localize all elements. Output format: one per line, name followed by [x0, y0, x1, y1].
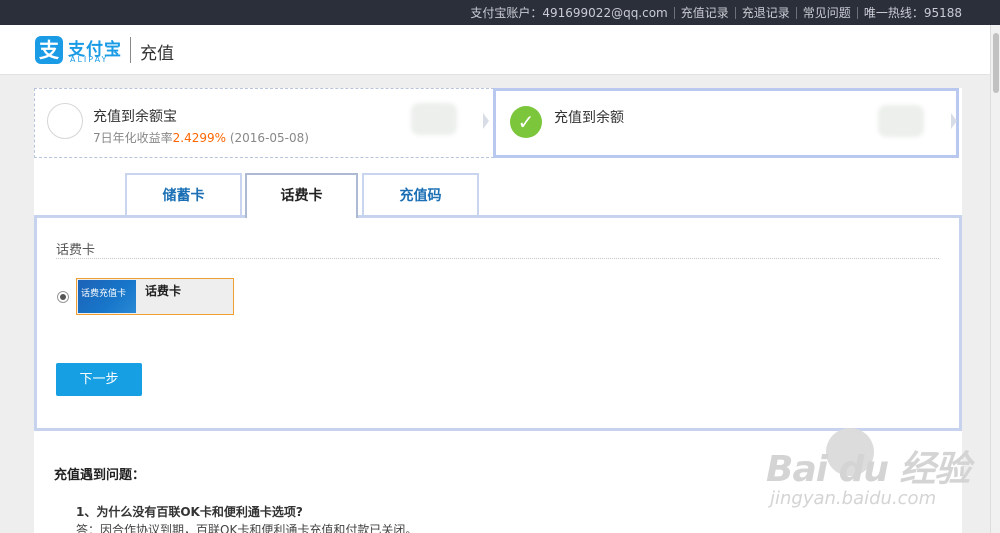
- section-label: 话费卡: [56, 243, 96, 258]
- option-yuebao-title: 充值到余额宝: [93, 109, 177, 125]
- phone-card-option[interactable]: 话费充值卡 话费卡: [76, 278, 234, 315]
- refund-records-link[interactable]: 充退记录: [742, 4, 790, 21]
- scrollbar-thumb[interactable]: [993, 33, 999, 93]
- option-balance-title: 充值到余额: [554, 110, 624, 126]
- scrollbar[interactable]: [990, 25, 1000, 533]
- header-divider: [130, 37, 131, 63]
- help-title: 充值遇到问题：: [54, 468, 146, 483]
- blurred-image: [878, 105, 924, 137]
- tab-content: 话费卡 话费充值卡 话费卡 下一步: [34, 215, 962, 431]
- rate-value: 2.4299%: [172, 131, 227, 145]
- tab-phone-card[interactable]: 话费卡: [245, 173, 358, 218]
- rate-label: 7日年化收益率: [93, 131, 173, 145]
- divider: [795, 6, 797, 19]
- top-bar: 支付宝账户：491699022@qq.com 充值记录 充退记录 常见问题 唯一…: [0, 0, 1000, 25]
- account-text: 支付宝账户：491699022@qq.com: [470, 6, 668, 20]
- check-icon: ✓: [510, 106, 542, 138]
- tab-recharge-code[interactable]: 充值码: [362, 173, 479, 216]
- card-thumb-text: 话费充值卡: [81, 289, 127, 299]
- alipay-logo-icon[interactable]: 支: [35, 36, 63, 64]
- card-radio[interactable]: [57, 291, 69, 303]
- phone-card-image: 话费充值卡: [78, 280, 136, 313]
- option-yuebao-subtitle: 7日年化收益率2.4299% (2016-05-08): [93, 129, 309, 146]
- arrow-right-icon: [483, 113, 489, 129]
- faq-answer: 答：因合作协议到期，百联OK卡和便利通卡充值和付款已关闭。: [76, 523, 418, 533]
- logo-name-en: ALIPAY: [70, 55, 109, 64]
- tab-debit-card[interactable]: 储蓄卡: [125, 173, 242, 216]
- faq-link[interactable]: 常见问题: [803, 4, 851, 21]
- watermark-url: jingyan.baidu.com: [770, 488, 937, 509]
- top-links: 支付宝账户：491699022@qq.com 充值记录 充退记录 常见问题 唯一…: [470, 0, 962, 25]
- faq-question: 1、为什么没有百联OK卡和便利通卡选项?: [76, 505, 303, 519]
- blurred-image: [411, 103, 457, 135]
- watermark-logo: Bai du 经验: [766, 449, 971, 490]
- card-name: 话费卡: [145, 284, 182, 298]
- page-title: 充值: [140, 44, 174, 64]
- unselected-circle-icon: [47, 103, 83, 139]
- divider: [734, 6, 736, 19]
- divider: [856, 6, 858, 19]
- divider: [56, 258, 939, 259]
- option-balance[interactable]: ✓ 充值到余额: [493, 88, 959, 158]
- divider: [673, 6, 675, 19]
- arrow-right-icon: [951, 113, 957, 129]
- next-step-button[interactable]: 下一步: [56, 363, 142, 396]
- option-yuebao[interactable]: 充值到余额宝 7日年化收益率2.4299% (2016-05-08): [34, 88, 494, 158]
- hotline-text: 唯一热线：95188: [863, 6, 962, 20]
- recharge-records-link[interactable]: 充值记录: [681, 4, 729, 21]
- rate-date: (2016-05-08): [226, 131, 309, 145]
